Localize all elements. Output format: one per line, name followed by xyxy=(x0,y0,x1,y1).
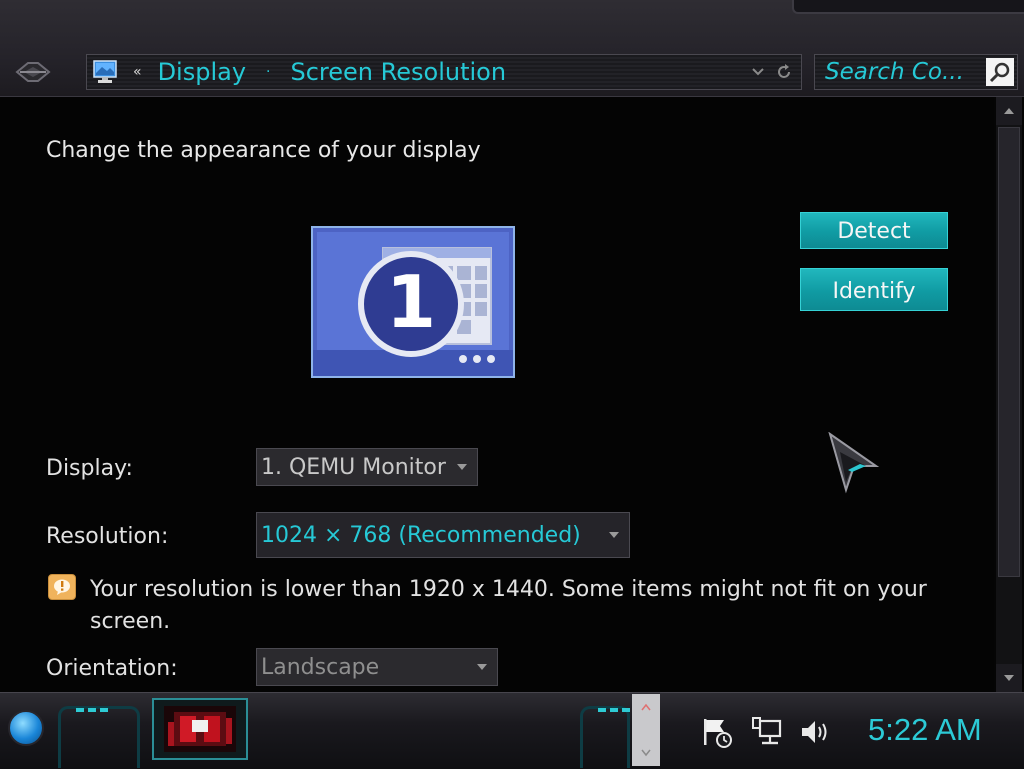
refresh-icon[interactable] xyxy=(775,63,793,81)
resolution-select-value: 1024 × 768 (Recommended) xyxy=(261,522,581,548)
title-notch xyxy=(792,0,1024,14)
display-select-value: 1. QEMU Monitor xyxy=(261,454,446,480)
address-dropdown-icon[interactable] xyxy=(751,67,765,77)
display-select[interactable]: 1. QEMU Monitor xyxy=(256,448,478,486)
breadcrumb-overflow-chevron[interactable]: « xyxy=(133,64,142,80)
orientation-select-value: Landscape xyxy=(261,654,380,680)
scroll-down-button[interactable] xyxy=(996,664,1022,692)
orientation-select[interactable]: Landscape xyxy=(256,648,498,686)
resolution-warning-text: Your resolution is lower than 1920 x 144… xyxy=(90,577,927,634)
monitor-1-preview[interactable]: 1 xyxy=(311,226,515,378)
taskbar-scroll-control[interactable] xyxy=(632,694,660,766)
scroll-thumb[interactable] xyxy=(998,127,1020,577)
address-bar[interactable]: « Display · Screen Resolution xyxy=(86,54,802,90)
search-button[interactable] xyxy=(986,58,1014,86)
start-button[interactable] xyxy=(8,710,44,746)
back-forward-button[interactable] xyxy=(14,58,52,86)
page-title: Change the appearance of your display xyxy=(46,138,481,163)
action-center-flag-icon[interactable] xyxy=(700,714,734,750)
mouse-cursor-icon xyxy=(828,432,880,494)
resolution-select[interactable]: 1024 × 768 (Recommended) xyxy=(256,512,630,558)
scroll-up-button[interactable] xyxy=(996,97,1022,125)
identify-button[interactable]: Identify xyxy=(800,268,948,311)
volume-icon[interactable] xyxy=(798,714,832,750)
chevron-down-icon xyxy=(641,749,651,757)
taskbar-frame-right xyxy=(580,706,630,768)
search-icon xyxy=(989,62,1010,83)
monitor-number: 1 xyxy=(385,260,437,344)
breadcrumb-separator: · xyxy=(266,64,271,80)
system-clock[interactable]: 5:22 AM xyxy=(868,712,982,748)
display-control-panel-icon xyxy=(93,60,117,83)
chevron-down-icon xyxy=(477,664,487,670)
chevron-down-icon xyxy=(609,532,619,538)
breadcrumb-display[interactable]: Display xyxy=(158,58,246,86)
chevron-down-icon xyxy=(457,464,467,470)
display-label: Display: xyxy=(46,456,133,481)
taskbar-app-button[interactable] xyxy=(152,698,248,760)
network-icon[interactable] xyxy=(750,714,784,750)
orientation-label: Orientation: xyxy=(46,656,178,681)
breadcrumb-screen-resolution[interactable]: Screen Resolution xyxy=(291,58,507,86)
nav-arrows-icon xyxy=(15,62,51,82)
warning-icon xyxy=(48,574,76,600)
resolution-label: Resolution: xyxy=(46,524,169,549)
search-box[interactable]: Search Co... xyxy=(814,54,1018,90)
vertical-scrollbar[interactable] xyxy=(996,97,1022,692)
search-input[interactable]: Search Co... xyxy=(825,59,964,85)
taskbar-lights-left xyxy=(76,708,108,712)
chevron-up-icon xyxy=(641,703,651,711)
taskbar-frame-left xyxy=(58,706,140,768)
arrow-up-icon xyxy=(1004,108,1014,114)
detect-button[interactable]: Detect xyxy=(800,212,948,249)
taskbar-lights-right xyxy=(598,708,630,712)
arrow-down-icon xyxy=(1004,675,1014,681)
app-thumbnail-icon xyxy=(164,706,236,752)
